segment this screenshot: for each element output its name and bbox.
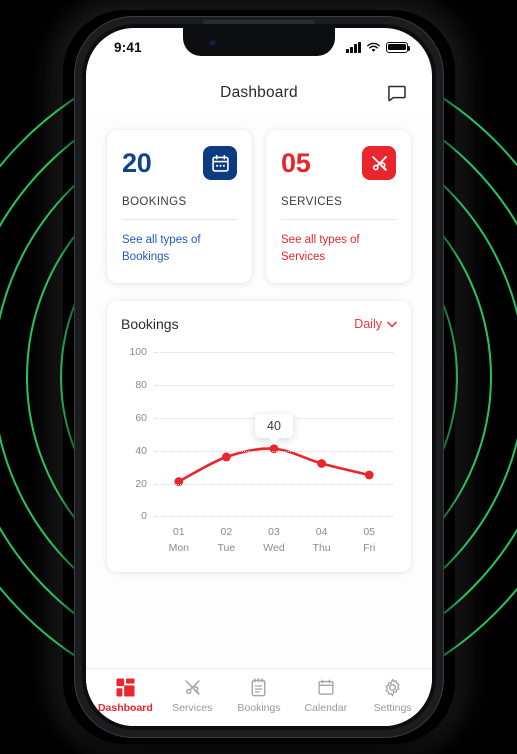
- tools-icon: [362, 146, 396, 180]
- tools-icon: [183, 678, 202, 697]
- phone-screen: 9:41 Dashboard 20 BOOKINGS See all types…: [86, 28, 432, 726]
- chart-data-point[interactable]: [364, 470, 374, 480]
- chart-y-tick-label: 20: [135, 477, 147, 490]
- see-all-bookings-link[interactable]: See all types of Bookings: [122, 232, 237, 265]
- chart-y-tick-label: 100: [129, 346, 147, 359]
- phone-device-frame: 9:41 Dashboard 20 BOOKINGS See all types…: [75, 17, 443, 737]
- stat-card-bookings[interactable]: 20 BOOKINGS See all types of Bookings: [107, 130, 252, 284]
- dashboard-content: 20 BOOKINGS See all types of Bookings 05…: [86, 114, 432, 668]
- chart-period-dropdown[interactable]: Daily: [354, 317, 397, 331]
- chart-gridline: [155, 483, 393, 485]
- cellular-signal-icon: [346, 41, 361, 53]
- nav-item-dashboard[interactable]: Dashboard: [92, 677, 159, 714]
- chart-data-point[interactable]: [222, 452, 231, 462]
- phone-bezel: 9:41 Dashboard 20 BOOKINGS See all types…: [82, 24, 436, 730]
- bookings-chart-card: Bookings Daily 0 20 40 60 80 100 01 Mon …: [107, 301, 411, 573]
- chart-x-tick-label: 02 Tue: [217, 526, 236, 554]
- stat-card-services[interactable]: 05 SERVICES See all types of Services: [266, 130, 411, 284]
- chart-x-tick-label: 03 Wed: [263, 526, 285, 554]
- nav-item-services[interactable]: Services: [159, 678, 226, 714]
- screenshot-stage: 9:41 Dashboard 20 BOOKINGS See all types…: [0, 0, 517, 754]
- chart-gridline: [155, 516, 393, 518]
- chart-y-tick-label: 40: [135, 444, 147, 457]
- bookings-count: 20: [122, 147, 152, 178]
- device-notch: [183, 28, 335, 56]
- bottom-navigation-bar: Dashboard Services Bookings Calendar Set…: [86, 668, 432, 726]
- chart-plot: 0 20 40 60 80 100 01 Mon 02 Tue 03 Wed 04 Thu 05 Fri 40: [121, 346, 397, 558]
- nav-label-settings: Settings: [373, 701, 412, 714]
- stat-card-top: 05: [281, 146, 396, 180]
- divider: [281, 219, 396, 220]
- notepad-icon: [250, 677, 267, 697]
- services-count: 05: [281, 147, 311, 178]
- chart-y-tick-label: 60: [135, 411, 147, 424]
- chart-gridline: [155, 450, 393, 452]
- app-header: Dashboard: [86, 73, 432, 113]
- nav-label-dashboard: Dashboard: [97, 701, 153, 714]
- chart-header: Bookings Daily: [121, 316, 397, 332]
- chart-gridline: [155, 385, 393, 387]
- grid-dashboard-icon: [116, 677, 135, 697]
- services-label: SERVICES: [281, 196, 343, 208]
- battery-full-icon: [386, 41, 411, 53]
- chart-x-tick-label: 04 Thu: [312, 526, 331, 554]
- chart-gridline: [155, 352, 393, 354]
- nav-item-bookings[interactable]: Bookings: [226, 677, 293, 714]
- calendar-icon: [203, 146, 237, 180]
- chart-title: Bookings: [121, 316, 179, 333]
- chart-data-point[interactable]: [317, 459, 326, 469]
- chart-period-label: Daily: [354, 317, 382, 332]
- chart-x-tick-label: 01 Mon: [168, 526, 190, 554]
- nav-label-bookings: Bookings: [237, 701, 281, 714]
- chart-y-tick-label: 0: [141, 510, 147, 523]
- status-bar-icons: [346, 41, 411, 53]
- nav-label-services: Services: [172, 701, 213, 714]
- chart-x-tick-label: 05 Fri: [363, 526, 376, 554]
- nav-item-settings[interactable]: Settings: [359, 678, 426, 714]
- status-bar-clock: 9:41: [114, 39, 142, 55]
- chart-line-path: [177, 447, 371, 484]
- chat-bubble-icon[interactable]: [385, 82, 407, 104]
- divider: [122, 219, 237, 220]
- stat-card-top: 20: [122, 146, 237, 180]
- nav-label-calendar: Calendar: [304, 701, 348, 714]
- wifi-icon: [367, 42, 380, 52]
- page-title: Dashboard: [220, 84, 298, 101]
- see-all-services-link[interactable]: See all types of Services: [281, 232, 396, 265]
- chart-data-point[interactable]: [174, 477, 184, 487]
- chart-y-tick-label: 80: [135, 379, 147, 392]
- nav-item-calendar[interactable]: Calendar: [292, 678, 359, 714]
- gear-icon: [383, 678, 402, 697]
- chart-tooltip: 40: [255, 414, 293, 439]
- calendar-icon: [317, 678, 335, 697]
- bookings-label: BOOKINGS: [122, 196, 187, 208]
- chevron-down-icon: [387, 321, 397, 328]
- stat-cards-row: 20 BOOKINGS See all types of Bookings 05…: [107, 130, 411, 284]
- front-camera-icon: [209, 39, 216, 46]
